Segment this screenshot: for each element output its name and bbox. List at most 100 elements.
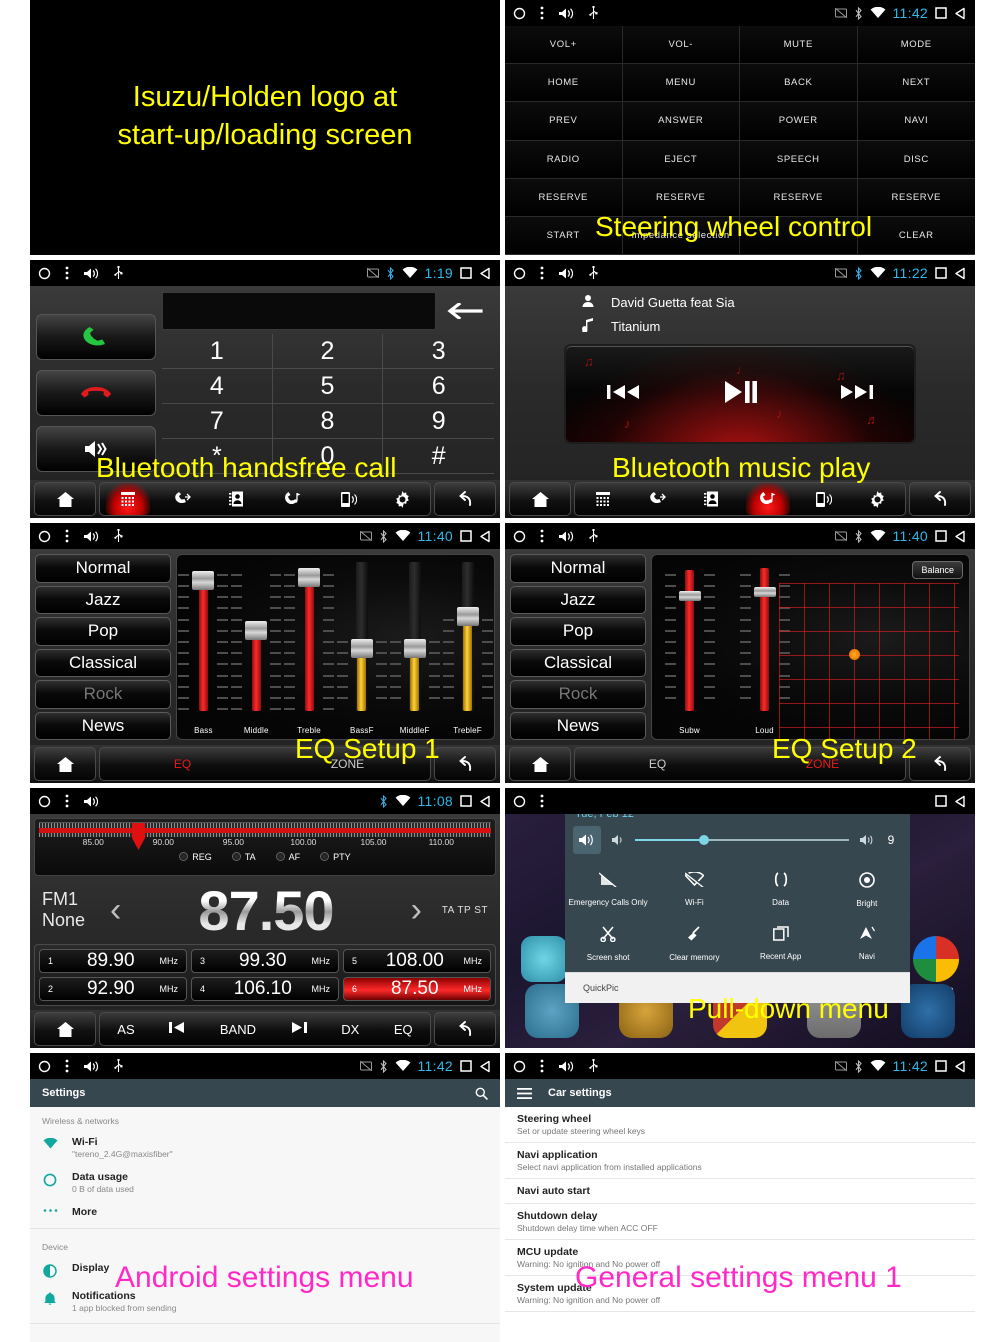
back-button[interactable]: [434, 482, 496, 516]
swc-key[interactable]: PREV: [505, 102, 623, 141]
eq-preset-jazz[interactable]: Jazz: [510, 585, 646, 614]
swc-key[interactable]: NEXT: [857, 64, 975, 103]
settings-row-notifications[interactable]: Notifications 1 app blocked from sending: [30, 1284, 500, 1319]
swc-key[interactable]: impedance selection: [622, 216, 740, 255]
contacts-icon[interactable]: [216, 483, 260, 515]
play-pause-button[interactable]: [723, 379, 757, 410]
tab-zone[interactable]: ZONE: [740, 757, 905, 771]
eq-preset-news[interactable]: News: [35, 711, 171, 740]
swc-key[interactable]: SPEECH: [740, 140, 858, 179]
dialpad-key[interactable]: 3: [383, 334, 494, 369]
eq-preset-pop[interactable]: Pop: [35, 617, 171, 646]
dialpad-key[interactable]: 8: [272, 404, 384, 439]
backspace-button[interactable]: [436, 292, 494, 330]
prev-station-icon[interactable]: [169, 1021, 185, 1037]
radio-preset[interactable]: 3 99.30 MHz: [191, 949, 339, 973]
eq-slider-bass[interactable]: Bass: [177, 565, 230, 739]
recents-square-icon[interactable]: [935, 7, 947, 19]
tile-emergency-calls[interactable]: Emergency Calls Only: [565, 864, 651, 918]
swc-key[interactable]: CLEAR: [857, 216, 975, 255]
tune-down-button[interactable]: ‹: [106, 891, 125, 930]
swc-key[interactable]: MUTE: [740, 26, 858, 65]
waze-app-icon[interactable]: [521, 936, 568, 982]
swc-key[interactable]: EJECT: [622, 140, 740, 179]
next-station-icon[interactable]: [291, 1021, 307, 1037]
back-button[interactable]: [434, 1012, 496, 1046]
swc-key[interactable]: [740, 216, 858, 255]
eq-slider-middlef[interactable]: MiddleF: [388, 562, 441, 739]
volume-icon[interactable]: [83, 267, 100, 280]
rds-pty[interactable]: PTY: [320, 852, 351, 862]
tile-navi[interactable]: Navi: [824, 918, 910, 972]
car-settings-row[interactable]: MCU update Warning: No ignition and No p…: [505, 1240, 975, 1276]
swc-key[interactable]: RESERVE: [622, 178, 740, 217]
eq-slider-treble[interactable]: Treble: [283, 565, 336, 739]
keypad-icon[interactable]: [105, 483, 150, 515]
balance-seat-grid[interactable]: [779, 583, 959, 739]
dialpad-key[interactable]: 9: [383, 404, 494, 439]
tile-data[interactable]: Data: [738, 864, 824, 918]
dialpad-key[interactable]: #: [383, 439, 494, 474]
rds-af[interactable]: AF: [275, 852, 300, 862]
settings-row-data-usage[interactable]: Data usage 0 B of data used: [30, 1165, 500, 1200]
tile-clear-memory[interactable]: Clear memory: [651, 918, 737, 972]
eq-slider-bassf[interactable]: BassF: [335, 562, 388, 739]
overflow-menu-icon[interactable]: [540, 266, 544, 280]
dial-number-input[interactable]: [162, 292, 436, 330]
eq-preset-news[interactable]: News: [510, 711, 646, 740]
dx-button[interactable]: DX: [341, 1022, 359, 1037]
home-circle-icon[interactable]: [513, 795, 526, 808]
overflow-menu-icon[interactable]: [65, 529, 69, 543]
auto-scan-button[interactable]: AS: [117, 1022, 134, 1037]
radio-tuner-scale[interactable]: 85.00 90.00 95.00 100.00 105.00 110.00 R…: [34, 818, 496, 876]
swc-key[interactable]: ANSWER: [622, 102, 740, 141]
prev-track-button[interactable]: [607, 382, 641, 407]
home-circle-icon[interactable]: [513, 7, 526, 20]
dialpad-key[interactable]: 7: [162, 404, 273, 439]
tab-zone[interactable]: ZONE: [265, 757, 430, 771]
overflow-menu-icon[interactable]: [65, 266, 69, 280]
tile-brightness[interactable]: Bright: [824, 864, 910, 918]
phone-sync-icon[interactable]: [326, 483, 370, 515]
volume-mode-button[interactable]: [573, 826, 601, 854]
back-triangle-icon[interactable]: [954, 1060, 967, 1073]
dialpad-key[interactable]: *: [162, 439, 273, 474]
volume-icon[interactable]: [83, 530, 100, 543]
overflow-menu-icon[interactable]: [540, 1059, 544, 1073]
overflow-menu-icon[interactable]: [540, 6, 544, 20]
home-button[interactable]: [509, 747, 571, 781]
back-triangle-icon[interactable]: [954, 267, 967, 280]
keypad-icon[interactable]: [581, 483, 625, 515]
recents-square-icon[interactable]: [460, 530, 472, 542]
radio-preset[interactable]: 1 89.90 MHz: [39, 949, 187, 973]
swc-key[interactable]: HOME: [505, 64, 623, 103]
radio-preset-selected[interactable]: 6 87.50 MHz: [343, 977, 491, 1001]
volume-icon[interactable]: [558, 1060, 575, 1073]
home-circle-icon[interactable]: [38, 1060, 51, 1073]
back-triangle-icon[interactable]: [479, 1060, 492, 1073]
swc-key[interactable]: RADIO: [505, 140, 623, 179]
home-button[interactable]: [34, 1012, 96, 1046]
call-log-icon[interactable]: [161, 483, 205, 515]
search-icon[interactable]: [475, 1087, 488, 1100]
recents-square-icon[interactable]: [460, 1060, 472, 1072]
eq-slider-subw[interactable]: Subw: [652, 565, 727, 739]
swc-key[interactable]: BACK: [740, 64, 858, 103]
tab-eq[interactable]: EQ: [575, 757, 740, 771]
settings-row-wifi[interactable]: Wi-Fi "tereno_2.4G@maxisfiber": [30, 1130, 500, 1165]
next-track-button[interactable]: [839, 382, 873, 407]
volume-icon[interactable]: [558, 530, 575, 543]
dialpad-key[interactable]: 5: [272, 369, 384, 404]
volume-icon[interactable]: [558, 7, 575, 20]
tab-eq[interactable]: EQ: [100, 757, 265, 771]
radio-preset[interactable]: 5 108.00 MHz: [343, 949, 491, 973]
tile-recent-app[interactable]: Recent App: [738, 918, 824, 972]
home-circle-icon[interactable]: [513, 267, 526, 280]
dialpad-key[interactable]: 4: [162, 369, 273, 404]
back-triangle-icon[interactable]: [479, 267, 492, 280]
eq-preset-normal[interactable]: Normal: [510, 554, 646, 583]
slider-knob[interactable]: [350, 639, 373, 658]
back-button[interactable]: [909, 482, 971, 516]
chrome-app-icon[interactable]: [912, 936, 959, 982]
dialpad-key[interactable]: 6: [383, 369, 494, 404]
